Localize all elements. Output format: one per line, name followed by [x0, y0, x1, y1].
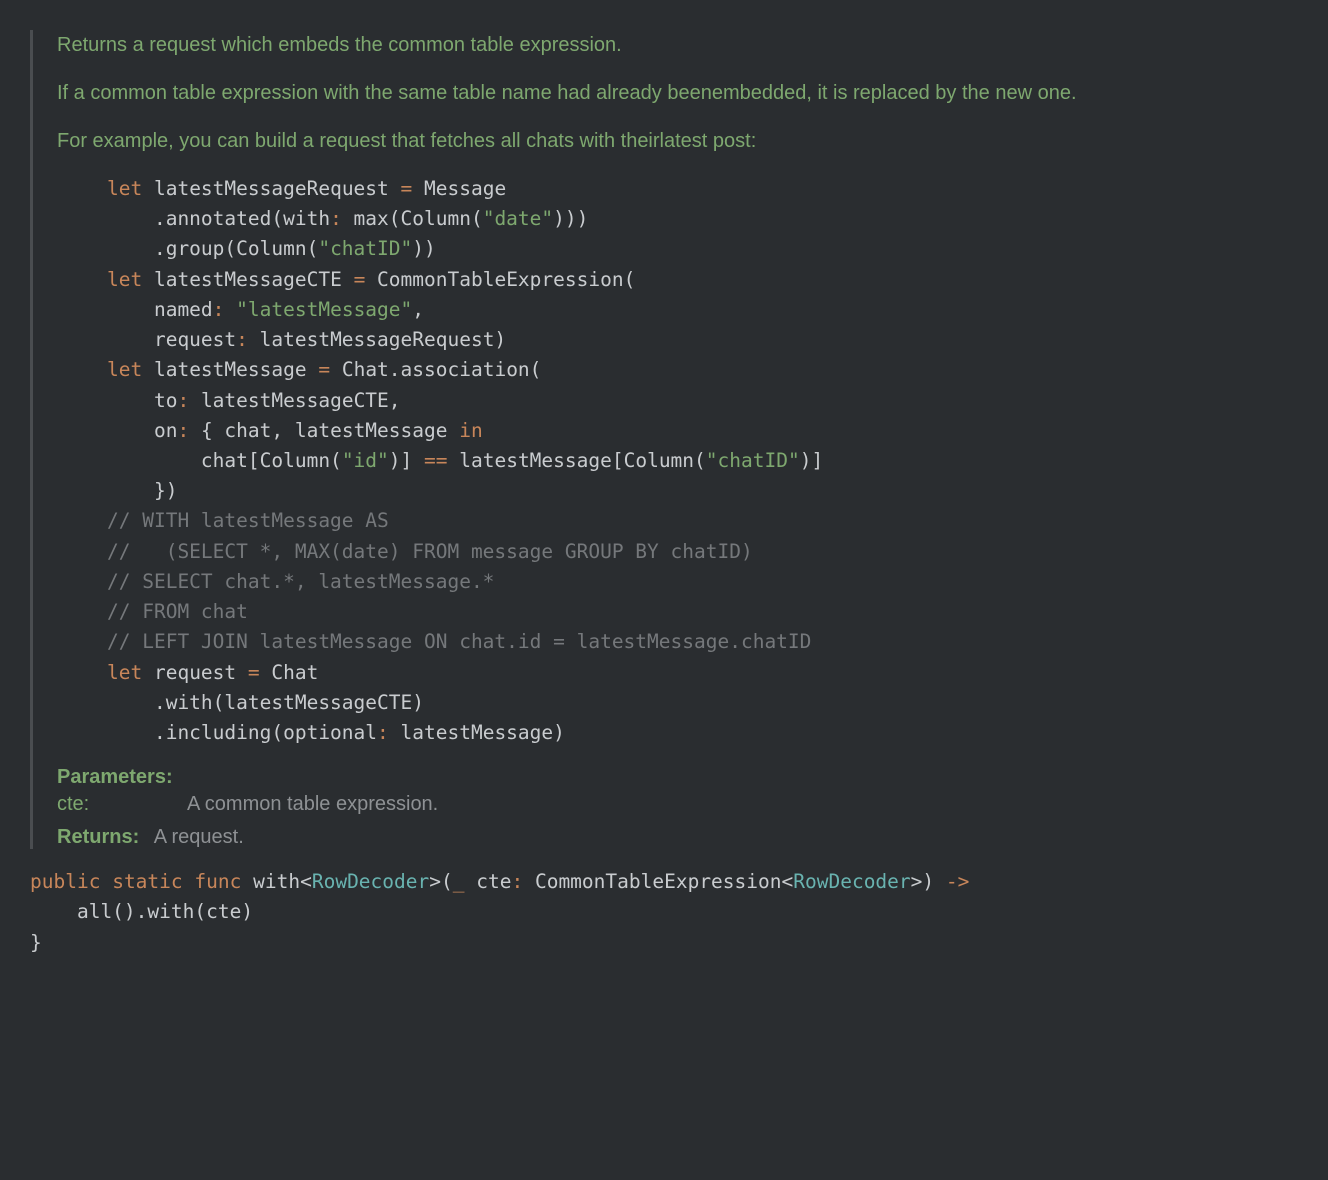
comment: // SELECT chat.*, latestMessage.*	[107, 570, 494, 593]
returns-label: Returns:	[57, 826, 139, 848]
parameter-description: A common table expression.	[187, 793, 438, 816]
comment: // LEFT JOIN latestMessage ON chat.id = …	[107, 630, 811, 653]
kw-let: let	[107, 268, 142, 291]
code-example[interactable]: let latestMessageRequest = Message .anno…	[107, 174, 1298, 748]
kw-public: public	[30, 870, 100, 893]
parameters-label: Parameters:	[57, 766, 1288, 789]
comment: // (SELECT *, MAX(date) FROM message GRO…	[107, 540, 753, 563]
kw-let: let	[107, 661, 142, 684]
parameter-name: cte:	[57, 793, 187, 816]
closing-brace: }	[30, 931, 42, 954]
generic-type: RowDecoder	[793, 870, 910, 893]
doc-paragraph-3: For example, you can build a request tha…	[57, 126, 1298, 156]
kw-let: let	[107, 177, 142, 200]
doc-paragraph-1: Returns a request which embeds the commo…	[57, 30, 1298, 60]
comment: // WITH latestMessage AS	[107, 509, 389, 532]
kw-in: in	[459, 419, 482, 442]
kw-let: let	[107, 358, 142, 381]
comment: // FROM chat	[107, 600, 248, 623]
returns-section: Returns: A request.	[57, 826, 1298, 849]
fn-name: with	[253, 870, 300, 893]
kw-static: static	[112, 870, 182, 893]
kw-func: func	[194, 870, 241, 893]
generic-type: RowDecoder	[312, 870, 429, 893]
doc-paragraph-2: If a common table expression with the sa…	[57, 78, 1298, 108]
parameter-row: cte: A common table expression.	[57, 793, 1298, 816]
documentation-block: Returns a request which embeds the commo…	[30, 30, 1298, 849]
returns-description: A request.	[154, 826, 244, 848]
fn-body: all().with(cte)	[30, 900, 253, 923]
parameters-section: Parameters: cte: A common table expressi…	[57, 766, 1298, 816]
function-signature[interactable]: public static func with<RowDecoder>(_ ct…	[30, 867, 1298, 958]
